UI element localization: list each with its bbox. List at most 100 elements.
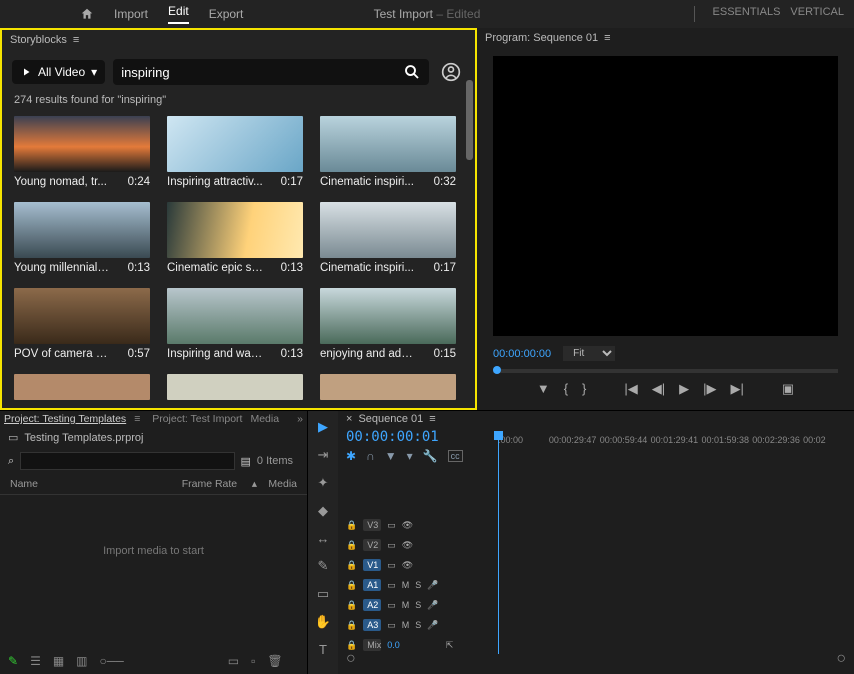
- thumbnail[interactable]: [167, 374, 303, 400]
- play-icon[interactable]: ▶: [679, 381, 689, 397]
- lock-icon[interactable]: 🔒: [346, 600, 357, 611]
- hand-tool-icon[interactable]: ✋: [315, 614, 331, 630]
- panel-menu-icon[interactable]: [134, 413, 144, 425]
- freeform-view-icon[interactable]: ▥: [76, 654, 87, 668]
- ripple-edit-tool-icon[interactable]: ✦: [318, 475, 329, 491]
- stock-clip-item[interactable]: POV of camera d... 0:57: [14, 288, 150, 364]
- scrollbar-thumb[interactable]: [466, 80, 473, 160]
- project-search-input[interactable]: [20, 452, 234, 470]
- list-view-icon[interactable]: ☰: [30, 654, 41, 668]
- thumbnail[interactable]: [167, 288, 303, 344]
- home-icon[interactable]: [80, 7, 94, 21]
- toggle-output-icon[interactable]: ▭: [387, 600, 396, 611]
- lock-icon[interactable]: 🔒: [346, 560, 357, 571]
- playhead[interactable]: [498, 431, 499, 654]
- toggle-output-icon[interactable]: ▭: [387, 580, 396, 591]
- mix-value[interactable]: 0.0: [387, 640, 400, 650]
- track-target[interactable]: A2: [363, 599, 381, 611]
- thumbnail[interactable]: [320, 374, 456, 400]
- solo-toggle[interactable]: S: [415, 580, 421, 590]
- export-frame-icon[interactable]: ▣: [782, 381, 794, 397]
- go-to-in-icon[interactable]: |◀: [624, 381, 637, 397]
- stock-clip-item[interactable]: Inspiring attractiv... 0:17: [167, 116, 303, 192]
- tab-edit[interactable]: Edit: [168, 4, 189, 24]
- eye-icon[interactable]: 👁: [402, 540, 413, 551]
- col-media[interactable]: Media: [257, 478, 297, 490]
- stock-clip-item[interactable]: Inspiring and wan... 0:13: [167, 288, 303, 364]
- pen-icon[interactable]: ✎: [8, 654, 18, 668]
- settings-icon[interactable]: ▾: [407, 449, 413, 463]
- thumbnail[interactable]: [14, 288, 150, 344]
- track-target[interactable]: A1: [363, 579, 381, 591]
- project-tab-2[interactable]: Project: Test Import: [152, 413, 242, 425]
- voiceover-icon[interactable]: 🎤: [427, 580, 438, 591]
- stock-clip-item[interactable]: enjoying and adm... 0:15: [320, 288, 456, 364]
- expand-icon[interactable]: ⇱: [446, 640, 454, 651]
- delete-icon[interactable]: 🗑: [267, 654, 282, 668]
- stock-clip-item[interactable]: Cinematic inspiri... 0:17: [320, 202, 456, 278]
- toggle-output-icon[interactable]: ▭: [387, 540, 396, 551]
- new-bin-icon[interactable]: ▭: [228, 654, 239, 668]
- snap-icon[interactable]: ✱: [346, 449, 356, 463]
- track-target[interactable]: V1: [363, 559, 381, 571]
- lock-icon[interactable]: 🔒: [346, 580, 357, 591]
- workspace-essentials[interactable]: ESSENTIALS: [713, 6, 781, 22]
- stock-clip-item[interactable]: Cinematic epic sh... 0:13: [167, 202, 303, 278]
- col-framerate[interactable]: Frame Rate: [182, 478, 252, 490]
- pen-tool-icon[interactable]: ✎: [318, 558, 329, 574]
- timeline-zoom-left[interactable]: ○: [346, 650, 356, 668]
- thumbnail[interactable]: [320, 116, 456, 172]
- voiceover-icon[interactable]: 🎤: [427, 600, 438, 611]
- out-point-icon[interactable]: }: [582, 381, 586, 397]
- in-point-icon[interactable]: {: [564, 381, 568, 397]
- eye-icon[interactable]: 👁: [402, 560, 413, 571]
- track-target[interactable]: V3: [363, 519, 381, 531]
- filter-dropdown[interactable]: All Video ▾: [12, 60, 105, 84]
- sequence-tab[interactable]: Sequence 01: [358, 413, 423, 425]
- marker-icon[interactable]: ▼: [537, 381, 550, 397]
- slip-tool-icon[interactable]: ↔: [317, 531, 330, 546]
- solo-toggle[interactable]: S: [415, 620, 421, 630]
- go-to-out-icon[interactable]: ▶|: [731, 381, 744, 397]
- toggle-output-icon[interactable]: ▭: [387, 520, 396, 531]
- rectangle-tool-icon[interactable]: ▭: [317, 586, 329, 602]
- thumbnail[interactable]: [167, 116, 303, 172]
- razor-tool-icon[interactable]: ◆: [318, 503, 328, 519]
- lock-icon[interactable]: 🔒: [346, 640, 357, 651]
- thumbnail[interactable]: [320, 202, 456, 258]
- wrench-icon[interactable]: 🔧: [423, 449, 438, 463]
- panel-menu-icon[interactable]: [604, 32, 614, 44]
- marker-icon[interactable]: ▼: [385, 449, 397, 463]
- program-monitor[interactable]: [493, 56, 838, 336]
- step-back-icon[interactable]: ◀|: [652, 381, 665, 397]
- program-timecode[interactable]: 00:00:00:00: [493, 348, 551, 360]
- lock-icon[interactable]: 🔒: [346, 540, 357, 551]
- new-item-icon[interactable]: ▫: [251, 654, 255, 668]
- icon-view-icon[interactable]: ▦: [53, 654, 64, 668]
- cc-icon[interactable]: cc: [448, 450, 463, 462]
- tab-export[interactable]: Export: [209, 7, 244, 21]
- zoom-slider[interactable]: ○──: [100, 654, 124, 668]
- mute-toggle[interactable]: M: [402, 620, 410, 630]
- col-name[interactable]: Name: [10, 478, 182, 490]
- thumbnail[interactable]: [14, 202, 150, 258]
- selection-tool-icon[interactable]: ▶: [318, 419, 328, 435]
- filter-icon[interactable]: ▤: [241, 455, 251, 468]
- search-icon[interactable]: [403, 63, 421, 81]
- project-tab-3[interactable]: Media: [250, 413, 279, 425]
- timeline-zoom-right[interactable]: ○: [836, 650, 846, 668]
- project-tab-1[interactable]: Project: Testing Templates: [4, 413, 126, 425]
- stock-clip-item[interactable]: Young millennial ... 0:13: [14, 202, 150, 278]
- thumbnail[interactable]: [167, 202, 303, 258]
- overflow-icon[interactable]: »: [297, 413, 303, 425]
- solo-toggle[interactable]: S: [415, 600, 421, 610]
- search-input[interactable]: [121, 65, 403, 80]
- panel-menu-icon[interactable]: [429, 413, 439, 425]
- profile-icon[interactable]: [437, 58, 465, 86]
- linked-selection-icon[interactable]: ∩: [366, 449, 375, 463]
- mute-toggle[interactable]: M: [402, 580, 410, 590]
- lock-icon[interactable]: 🔒: [346, 520, 357, 531]
- search-icon[interactable]: ⌕: [8, 455, 14, 468]
- voiceover-icon[interactable]: 🎤: [427, 620, 438, 631]
- program-scrubber[interactable]: [493, 369, 838, 373]
